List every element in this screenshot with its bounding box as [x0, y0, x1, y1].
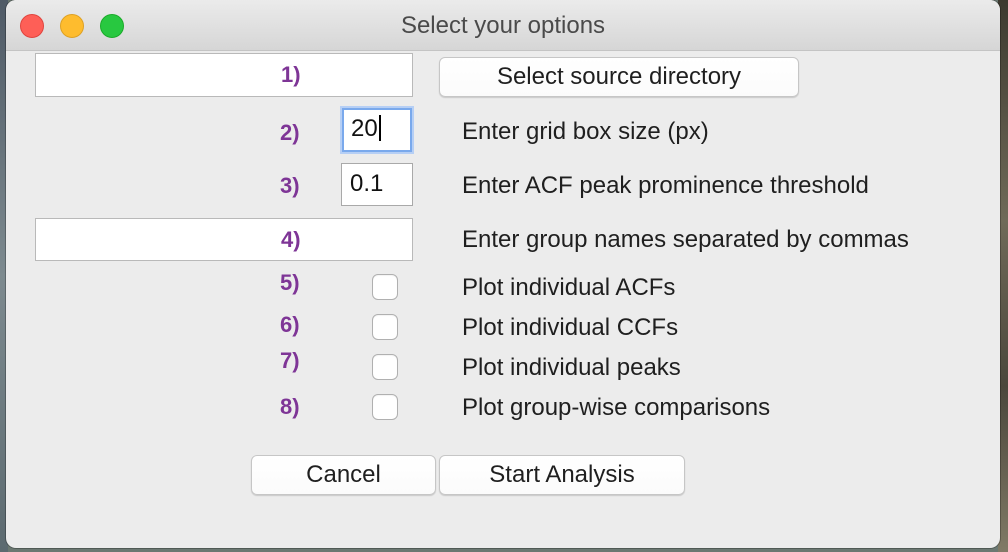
grid-box-size-value: 20 [351, 115, 378, 142]
grid-box-size-input[interactable]: 20 [342, 108, 412, 152]
group-names-input[interactable]: 4) [35, 218, 413, 261]
cancel-button[interactable]: Cancel [251, 455, 436, 495]
row-number-2: 2) [280, 120, 300, 145]
title-bar[interactable]: Select your options [6, 0, 1000, 51]
select-source-directory-button[interactable]: Select source directory [439, 57, 799, 97]
options-dialog: Select your options 1) Select source dir… [6, 0, 1000, 548]
text-caret [378, 114, 381, 141]
grid-box-size-label: Enter grid box size (px) [462, 118, 709, 145]
row-number-1: 1) [281, 62, 301, 87]
window-title: Select your options [400, 12, 606, 39]
plot-group-wise-comparisons-checkbox[interactable] [372, 394, 398, 420]
row-number-3: 3) [280, 173, 300, 198]
row-number-7: 7) [280, 348, 300, 373]
row-number-6: 6) [280, 312, 300, 337]
acf-threshold-label: Enter ACF peak prominence threshold [462, 172, 869, 199]
plot-group-wise-comparisons-label: Plot group-wise comparisons [462, 394, 771, 421]
start-analysis-button[interactable]: Start Analysis [439, 455, 685, 495]
plot-individual-acfs-checkbox[interactable] [372, 274, 398, 300]
plot-individual-acfs-label: Plot individual ACFs [462, 274, 676, 301]
plot-individual-ccfs-checkbox[interactable] [372, 314, 398, 340]
plot-individual-peaks-label: Plot individual peaks [462, 354, 681, 381]
group-names-label: Enter group names separated by commas [462, 226, 909, 253]
plot-individual-ccfs-label: Plot individual CCFs [462, 314, 679, 341]
row-number-5: 5) [280, 270, 300, 295]
acf-threshold-input[interactable]: 0.1 [341, 163, 413, 206]
row-number-4: 4) [281, 227, 301, 252]
source-directory-field[interactable]: 1) [35, 53, 413, 97]
plot-individual-peaks-checkbox[interactable] [372, 354, 398, 380]
row-number-8: 8) [280, 394, 300, 419]
